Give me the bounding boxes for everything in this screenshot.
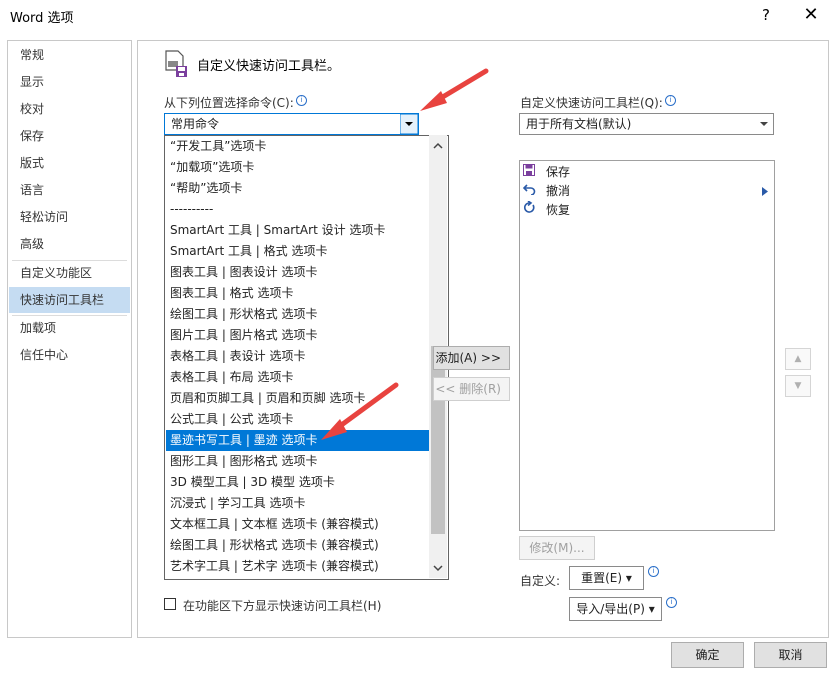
dropdown-item[interactable]: “帮助”选项卡 xyxy=(166,178,431,199)
nav-item-add-ins[interactable]: 加载项 xyxy=(9,315,130,341)
dropdown-item[interactable]: SmartArt 工具 | 格式 选项卡 xyxy=(166,241,431,262)
reset-button[interactable]: 重置(E) ▾ xyxy=(569,566,644,590)
list-item-label: 保存 xyxy=(546,165,571,179)
customize-toolbar-label-text: 自定义快速访问工具栏(Q): xyxy=(520,96,663,110)
nav-item-language[interactable]: 语言 xyxy=(9,177,130,203)
toolbar-commands-list[interactable]: 保存 撤消 恢复 xyxy=(519,160,775,531)
nav-item-customize-ribbon[interactable]: 自定义功能区 xyxy=(9,260,130,286)
nav-item-trust-center[interactable]: 信任中心 xyxy=(9,342,130,368)
category-nav: 常规 显示 校对 保存 版式 语言 轻松访问 高级 自定义功能区 快速访问工具栏… xyxy=(7,40,132,638)
list-item-label: 恢复 xyxy=(546,203,571,217)
redo-icon xyxy=(522,200,536,220)
chevron-down-icon[interactable] xyxy=(755,114,773,134)
add-button[interactable]: 添加(A) >> xyxy=(433,346,510,370)
title-bar xyxy=(0,0,836,32)
dropdown-item[interactable]: 图片工具 | 图片格式 选项卡 xyxy=(166,325,431,346)
window-title: Word 选项 xyxy=(10,11,74,26)
customize-scope-value: 用于所有文档(默认) xyxy=(526,117,632,131)
move-up-button[interactable]: ▲ xyxy=(785,348,811,370)
list-item[interactable]: 恢复 xyxy=(522,200,571,220)
page-title: 自定义快速访问工具栏。 xyxy=(197,59,341,74)
dropdown-item[interactable]: 公式工具 | 公式 选项卡 xyxy=(166,409,431,430)
show-below-ribbon-checkbox[interactable] xyxy=(164,598,176,610)
quick-access-toolbar-icon xyxy=(165,50,187,77)
undo-icon xyxy=(522,182,536,201)
ok-button[interactable]: 确定 xyxy=(671,642,744,668)
submenu-arrow-icon xyxy=(762,187,768,196)
dropdown-item[interactable]: “加载项”选项卡 xyxy=(166,157,431,178)
chevron-down-icon[interactable] xyxy=(400,114,418,134)
dropdown-item[interactable]: 图表工具 | 格式 选项卡 xyxy=(166,283,431,304)
scroll-down-icon[interactable] xyxy=(431,561,445,575)
nav-item-advanced[interactable]: 高级 xyxy=(9,231,130,257)
cancel-button[interactable]: 取消 xyxy=(754,642,827,668)
dropdown-item[interactable]: ---------- xyxy=(166,199,431,220)
nav-item-proofing[interactable]: 校对 xyxy=(9,96,130,122)
help-button[interactable]: ? xyxy=(755,4,777,26)
choose-commands-label-text: 从下列位置选择命令(C): xyxy=(164,96,294,110)
move-down-button[interactable]: ▼ xyxy=(785,375,811,397)
nav-item-save[interactable]: 保存 xyxy=(9,123,130,149)
choose-commands-combo[interactable]: 常用命令 xyxy=(164,113,419,135)
nav-item-display[interactable]: 显示 xyxy=(9,69,130,95)
dropdown-item[interactable]: 文本框工具 | 文本框 选项卡 (兼容模式) xyxy=(166,514,431,535)
choose-commands-label: 从下列位置选择命令(C): i xyxy=(164,94,307,111)
dropdown-item[interactable]: 表格工具 | 布局 选项卡 xyxy=(166,367,431,388)
modify-button[interactable]: 修改(M)... xyxy=(519,536,595,560)
save-icon xyxy=(522,163,536,182)
dropdown-item-highlighted[interactable]: 墨迹书写工具 | 墨迹 选项卡 xyxy=(166,430,431,451)
list-item[interactable]: 撤消 xyxy=(522,182,770,201)
dropdown-item[interactable]: 艺术字工具 | 艺术字 选项卡 (兼容模式) xyxy=(166,556,431,577)
customize-scope-combo[interactable]: 用于所有文档(默认) xyxy=(519,113,774,135)
info-icon: i xyxy=(295,95,307,106)
dropdown-item[interactable]: 图表工具 | 图表设计 选项卡 xyxy=(166,262,431,283)
nav-item-quick-access-toolbar[interactable]: 快速访问工具栏 xyxy=(9,287,130,313)
nav-item-general[interactable]: 常规 xyxy=(9,42,130,68)
dropdown-item[interactable]: 绘图工具 | 形状格式 选项卡 (兼容模式) xyxy=(166,535,431,556)
info-icon: i xyxy=(666,597,677,608)
dropdown-item[interactable]: “开发工具”选项卡 xyxy=(166,136,431,157)
commands-dropdown-list[interactable]: “开发工具”选项卡 “加载项”选项卡 “帮助”选项卡 ---------- Sm… xyxy=(164,135,449,580)
dropdown-item[interactable]: 页眉和页脚工具 | 页眉和页脚 选项卡 xyxy=(166,388,431,409)
list-item-label: 撤消 xyxy=(546,184,571,198)
dropdown-item[interactable]: 图形工具 | 图形格式 选项卡 xyxy=(166,451,431,472)
import-export-button[interactable]: 导入/导出(P) ▾ xyxy=(569,597,662,621)
dropdown-item[interactable]: 3D 模型工具 | 3D 模型 选项卡 xyxy=(166,472,431,493)
dropdown-item[interactable]: 表格工具 | 表设计 选项卡 xyxy=(166,346,431,367)
scrollbar-thumb[interactable] xyxy=(431,346,445,534)
info-icon: i xyxy=(664,95,676,106)
remove-button[interactable]: << 删除(R) xyxy=(433,377,510,401)
nav-item-accessibility[interactable]: 轻松访问 xyxy=(9,204,130,230)
show-below-ribbon-label: 在功能区下方显示快速访问工具栏(H) xyxy=(183,599,382,613)
nav-item-layout[interactable]: 版式 xyxy=(9,150,130,176)
dropdown-item[interactable]: SmartArt 工具 | SmartArt 设计 选项卡 xyxy=(166,220,431,241)
customize-text: 自定义: xyxy=(520,574,561,588)
dropdown-item[interactable]: 沉浸式 | 学习工具 选项卡 xyxy=(166,493,431,514)
customize-toolbar-label: 自定义快速访问工具栏(Q): i xyxy=(520,94,676,111)
dropdown-item[interactable]: 绘图工具 | 形状格式 选项卡 xyxy=(166,304,431,325)
info-icon: i xyxy=(648,566,659,577)
close-button[interactable]: ✕ xyxy=(798,4,824,26)
scroll-up-icon[interactable] xyxy=(431,139,445,153)
choose-commands-value: 常用命令 xyxy=(171,117,220,131)
list-item[interactable]: 保存 xyxy=(522,163,570,182)
